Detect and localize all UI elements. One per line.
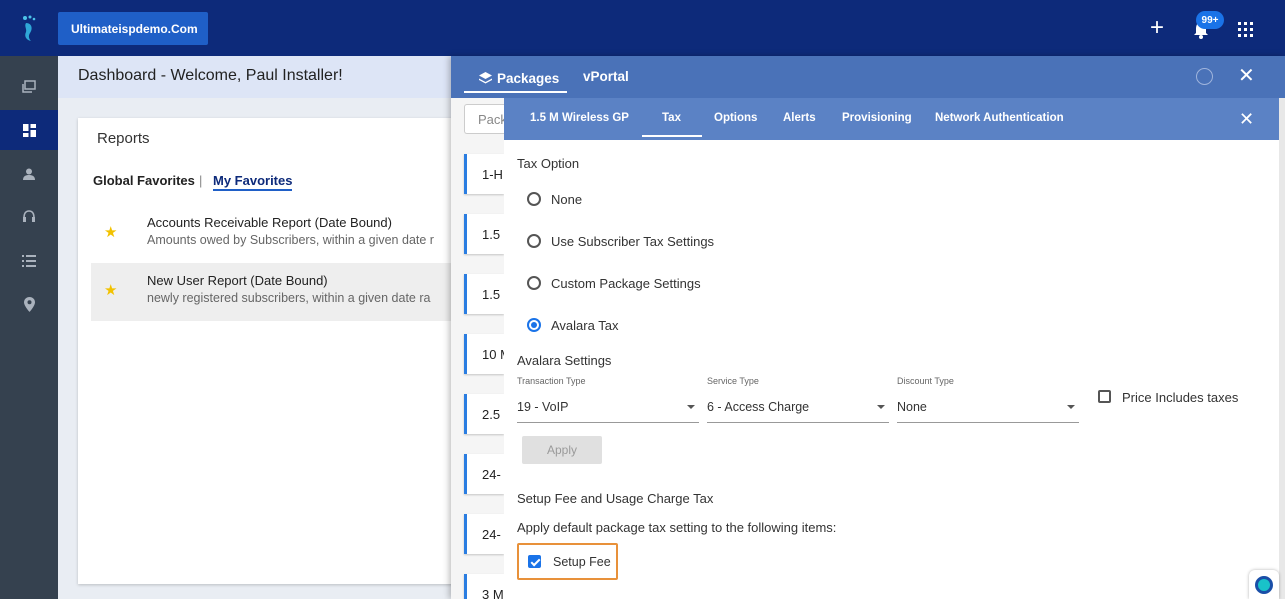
apply-button[interactable]: Apply bbox=[522, 436, 602, 464]
report-row[interactable]: ★ New User Report (Date Bound) newly reg… bbox=[91, 263, 458, 321]
radio-avalara-tax-label[interactable]: Avalara Tax bbox=[551, 318, 618, 333]
tab-my-favorites[interactable]: My Favorites bbox=[213, 173, 293, 191]
price-includes-taxes-checkbox[interactable] bbox=[1098, 390, 1111, 403]
package-card[interactable]: 1.5 bbox=[464, 274, 504, 314]
report-description: Amounts owed by Subscribers, within a gi… bbox=[147, 233, 434, 247]
sidebar-item-dashboard[interactable] bbox=[0, 110, 58, 150]
smiley-icon[interactable] bbox=[1196, 68, 1213, 85]
package-card[interactable]: 2.5 bbox=[464, 394, 504, 434]
tax-option-title: Tax Option bbox=[517, 156, 580, 171]
tab-alerts[interactable]: Alerts bbox=[783, 112, 816, 124]
packages-header bbox=[451, 56, 1285, 98]
service-type-select[interactable]: 6 - Access Charge bbox=[707, 397, 889, 423]
sidebar-item-subscribers[interactable] bbox=[0, 154, 58, 194]
domain-button[interactable]: Ultimateispdemo.Com bbox=[58, 12, 208, 45]
package-card[interactable]: 3 M bbox=[464, 574, 504, 599]
plus-icon[interactable]: + bbox=[1147, 16, 1167, 40]
chevron-down-icon bbox=[1067, 405, 1075, 409]
setup-fee-description: Apply default package tax setting to the… bbox=[517, 520, 837, 535]
tab-global-favorites[interactable]: Global Favorites bbox=[93, 173, 195, 188]
package-card[interactable]: 1.5 bbox=[464, 214, 504, 254]
tab-provisioning[interactable]: Provisioning bbox=[842, 112, 912, 124]
radio-none-label[interactable]: None bbox=[551, 192, 582, 207]
sidebar-item-map[interactable] bbox=[0, 284, 58, 324]
radio-subscriber-tax[interactable] bbox=[527, 234, 541, 248]
footprint-logo-icon[interactable] bbox=[20, 14, 40, 42]
close-icon[interactable]: ✕ bbox=[1238, 66, 1255, 86]
service-type-value: 6 - Access Charge bbox=[707, 400, 810, 414]
price-includes-taxes-label[interactable]: Price Includes taxes bbox=[1122, 390, 1238, 405]
tab-tax[interactable]: Tax bbox=[662, 112, 681, 124]
sidebar-item-library[interactable] bbox=[0, 67, 58, 107]
tab-network-authentication[interactable]: Network Authentication bbox=[935, 112, 1064, 124]
radio-custom-package-label[interactable]: Custom Package Settings bbox=[551, 276, 701, 291]
dashboard-icon bbox=[22, 123, 36, 137]
package-card[interactable]: 1-H bbox=[464, 154, 504, 194]
tab-packages[interactable]: Packages bbox=[464, 66, 567, 93]
chat-bubble-icon bbox=[1255, 575, 1273, 594]
package-card[interactable]: 24- bbox=[464, 514, 504, 554]
report-description: newly registered subscribers, within a g… bbox=[147, 291, 431, 305]
package-card[interactable]: 24- bbox=[464, 454, 504, 494]
setup-fee-checkbox[interactable] bbox=[528, 555, 541, 568]
layers-icon bbox=[479, 72, 492, 84]
avalara-settings-title: Avalara Settings bbox=[517, 353, 612, 368]
setup-fee-label[interactable]: Setup Fee bbox=[553, 555, 611, 569]
transaction-type-select[interactable]: 19 - VoIP bbox=[517, 397, 699, 423]
report-name: Accounts Receivable Report (Date Bound) bbox=[147, 215, 392, 230]
package-card[interactable]: 10 M bbox=[464, 334, 504, 374]
star-icon[interactable]: ★ bbox=[104, 223, 117, 241]
package-search-input[interactable]: Pack bbox=[464, 104, 504, 134]
star-icon[interactable]: ★ bbox=[104, 281, 117, 299]
radio-avalara-tax[interactable] bbox=[527, 318, 541, 332]
report-name: New User Report (Date Bound) bbox=[147, 273, 328, 288]
scrollbar[interactable] bbox=[1279, 98, 1285, 599]
sidebar-item-list[interactable] bbox=[0, 241, 58, 281]
tab-packages-label: Packages bbox=[497, 71, 560, 86]
person-icon bbox=[23, 168, 35, 180]
transaction-type-value: 19 - VoIP bbox=[517, 400, 569, 414]
report-row[interactable]: ★ Accounts Receivable Report (Date Bound… bbox=[91, 205, 458, 263]
radio-subscriber-tax-label[interactable]: Use Subscriber Tax Settings bbox=[551, 234, 714, 249]
location-pin-icon bbox=[23, 296, 35, 312]
list-icon bbox=[22, 255, 36, 267]
sidebar-item-support[interactable] bbox=[0, 197, 58, 237]
discount-type-label: Discount Type bbox=[897, 376, 954, 386]
reports-title: Reports bbox=[97, 130, 150, 147]
notification-badge[interactable]: 99+ bbox=[1196, 11, 1224, 29]
tab-package-name[interactable]: 1.5 M Wireless GP bbox=[530, 112, 629, 124]
discount-type-value: None bbox=[897, 400, 927, 414]
library-icon bbox=[22, 80, 36, 93]
close-icon[interactable]: ✕ bbox=[1239, 110, 1254, 128]
chat-widget-button[interactable] bbox=[1249, 570, 1279, 599]
discount-type-select[interactable]: None bbox=[897, 397, 1079, 423]
setup-fee-title: Setup Fee and Usage Charge Tax bbox=[517, 491, 714, 506]
service-type-label: Service Type bbox=[707, 376, 759, 386]
radio-none[interactable] bbox=[527, 192, 541, 206]
transaction-type-label: Transaction Type bbox=[517, 376, 586, 386]
headset-icon bbox=[23, 210, 35, 222]
tab-options[interactable]: Options bbox=[714, 112, 757, 124]
chevron-down-icon bbox=[877, 405, 885, 409]
apps-grid-icon[interactable] bbox=[1238, 22, 1253, 37]
page-title: Dashboard - Welcome, Paul Installer! bbox=[78, 67, 343, 84]
radio-custom-package[interactable] bbox=[527, 276, 541, 290]
tab-separator: | bbox=[199, 173, 203, 188]
chevron-down-icon bbox=[687, 405, 695, 409]
active-tab-indicator bbox=[642, 135, 702, 137]
tab-vportal[interactable]: vPortal bbox=[583, 69, 629, 84]
